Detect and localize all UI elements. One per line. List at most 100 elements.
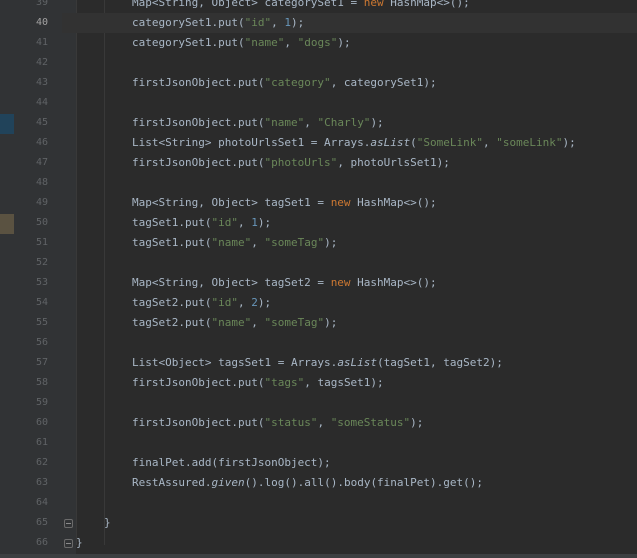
code-token: new: [330, 196, 351, 209]
line-number[interactable]: 60: [14, 413, 48, 433]
code-text[interactable]: firstJsonObject.put("tags", tagsSet1);: [132, 373, 384, 393]
code-token: , photoUrlsSet1);: [337, 156, 450, 169]
code-line[interactable]: [62, 533, 637, 553]
line-number[interactable]: 66: [14, 533, 48, 553]
code-token: );: [337, 36, 351, 49]
code-token: Map<String, Object> categorySet1 =: [132, 0, 364, 9]
line-number[interactable]: 54: [14, 293, 48, 313]
code-token: "someTag": [264, 236, 325, 249]
line-number[interactable]: 42: [14, 53, 48, 73]
code-token: 1: [251, 216, 258, 229]
code-text[interactable]: tagSet1.put("name", "someTag");: [132, 233, 337, 253]
code-text[interactable]: categorySet1.put("id", 1);: [132, 13, 304, 33]
code-token: );: [562, 136, 576, 149]
code-line[interactable]: [62, 173, 637, 193]
code-text[interactable]: RestAssured.given().log().all().body(fin…: [132, 473, 483, 493]
fold-icon[interactable]: [64, 519, 73, 528]
code-editor[interactable]: 39 Map<String, Object> categorySet1 = new…: [0, 0, 637, 558]
code-token: given: [211, 476, 245, 489]
code-text[interactable]: }: [76, 533, 83, 553]
code-text[interactable]: firstJsonObject.put("status", "someStatu…: [132, 413, 423, 433]
code-line[interactable]: [62, 333, 637, 353]
code-token: , tagsSet1);: [304, 376, 384, 389]
line-number[interactable]: 48: [14, 173, 48, 193]
code-token: ,: [317, 416, 331, 429]
code-token: categorySet1.put(: [132, 36, 245, 49]
line-number[interactable]: 55: [14, 313, 48, 333]
line-number[interactable]: 45: [14, 113, 48, 133]
line-number[interactable]: 52: [14, 253, 48, 273]
code-token: "dogs": [297, 36, 338, 49]
code-text[interactable]: finalPet.add(firstJsonObject);: [132, 453, 331, 473]
code-token: "category": [264, 76, 331, 89]
fold-icon[interactable]: [64, 539, 73, 548]
code-text[interactable]: Map<String, Object> categorySet1 = new H…: [132, 0, 470, 13]
code-text[interactable]: Map<String, Object> tagSet2 = new HashMa…: [132, 273, 437, 293]
line-number[interactable]: 44: [14, 93, 48, 113]
code-line[interactable]: [62, 513, 637, 533]
line-number[interactable]: 59: [14, 393, 48, 413]
code-token: new: [330, 276, 351, 289]
code-token: "someTag": [264, 316, 325, 329]
line-number[interactable]: 64: [14, 493, 48, 513]
code-line[interactable]: [62, 53, 637, 73]
code-text[interactable]: categorySet1.put("name", "dogs");: [132, 33, 351, 53]
code-text[interactable]: List<Object> tagsSet1 = Arrays.asList(ta…: [132, 353, 503, 373]
line-number[interactable]: 53: [14, 273, 48, 293]
code-text[interactable]: firstJsonObject.put("name", "Charly");: [132, 113, 384, 133]
code-token: );: [290, 16, 305, 29]
code-token: "tags": [264, 376, 305, 389]
line-number[interactable]: 57: [14, 353, 48, 373]
line-number[interactable]: 61: [14, 433, 48, 453]
code-token: );: [370, 116, 384, 129]
code-text[interactable]: tagSet2.put("name", "someTag");: [132, 313, 337, 333]
code-token: , categorySet1);: [330, 76, 437, 89]
code-token: firstJsonObject.put(: [132, 116, 265, 129]
code-token: asList: [370, 136, 411, 149]
code-text[interactable]: }: [104, 513, 111, 533]
code-token: List<Object> tagsSet1 = Arrays.: [132, 356, 338, 369]
code-token: tagSet1.put(: [132, 236, 212, 249]
code-token: "name": [244, 36, 285, 49]
code-line[interactable]: [62, 433, 637, 453]
code-line[interactable]: [62, 493, 637, 513]
code-text[interactable]: firstJsonObject.put("category", category…: [132, 73, 437, 93]
code-token: );: [324, 316, 338, 329]
code-token: "status": [264, 416, 318, 429]
left-tool-strip: [0, 0, 14, 558]
code-line[interactable]: [62, 393, 637, 413]
code-token: new: [363, 0, 384, 9]
code-token: firstJsonObject.put(: [132, 376, 265, 389]
code-token: ,: [483, 136, 497, 149]
code-token: "name": [211, 316, 252, 329]
code-text[interactable]: tagSet2.put("id", 2);: [132, 293, 271, 313]
line-number[interactable]: 39: [14, 0, 48, 13]
line-number[interactable]: 46: [14, 133, 48, 153]
strip-marker-blue: [0, 114, 14, 134]
code-line[interactable]: [62, 93, 637, 113]
line-number[interactable]: 41: [14, 33, 48, 53]
line-number[interactable]: 50: [14, 213, 48, 233]
code-token: RestAssured.: [132, 476, 212, 489]
code-token: categorySet1.put(: [132, 16, 245, 29]
code-text[interactable]: firstJsonObject.put("photoUrls", photoUr…: [132, 153, 450, 173]
line-number[interactable]: 58: [14, 373, 48, 393]
line-number[interactable]: 40: [14, 13, 48, 33]
code-token: "photoUrls": [264, 156, 338, 169]
line-number[interactable]: 47: [14, 153, 48, 173]
line-number[interactable]: 65: [14, 513, 48, 533]
code-line[interactable]: [62, 253, 637, 273]
code-token: "Charly": [317, 116, 371, 129]
line-number[interactable]: 63: [14, 473, 48, 493]
line-number[interactable]: 56: [14, 333, 48, 353]
code-token: "id": [211, 216, 238, 229]
code-text[interactable]: List<String> photoUrlsSet1 = Arrays.asLi…: [132, 133, 576, 153]
line-number[interactable]: 51: [14, 233, 48, 253]
line-number[interactable]: 49: [14, 193, 48, 213]
code-text[interactable]: tagSet1.put("id", 1);: [132, 213, 271, 233]
code-token: HashMap<>();: [350, 196, 437, 209]
code-text[interactable]: Map<String, Object> tagSet1 = new HashMa…: [132, 193, 437, 213]
line-number[interactable]: 62: [14, 453, 48, 473]
code-token: 2: [251, 296, 258, 309]
line-number[interactable]: 43: [14, 73, 48, 93]
